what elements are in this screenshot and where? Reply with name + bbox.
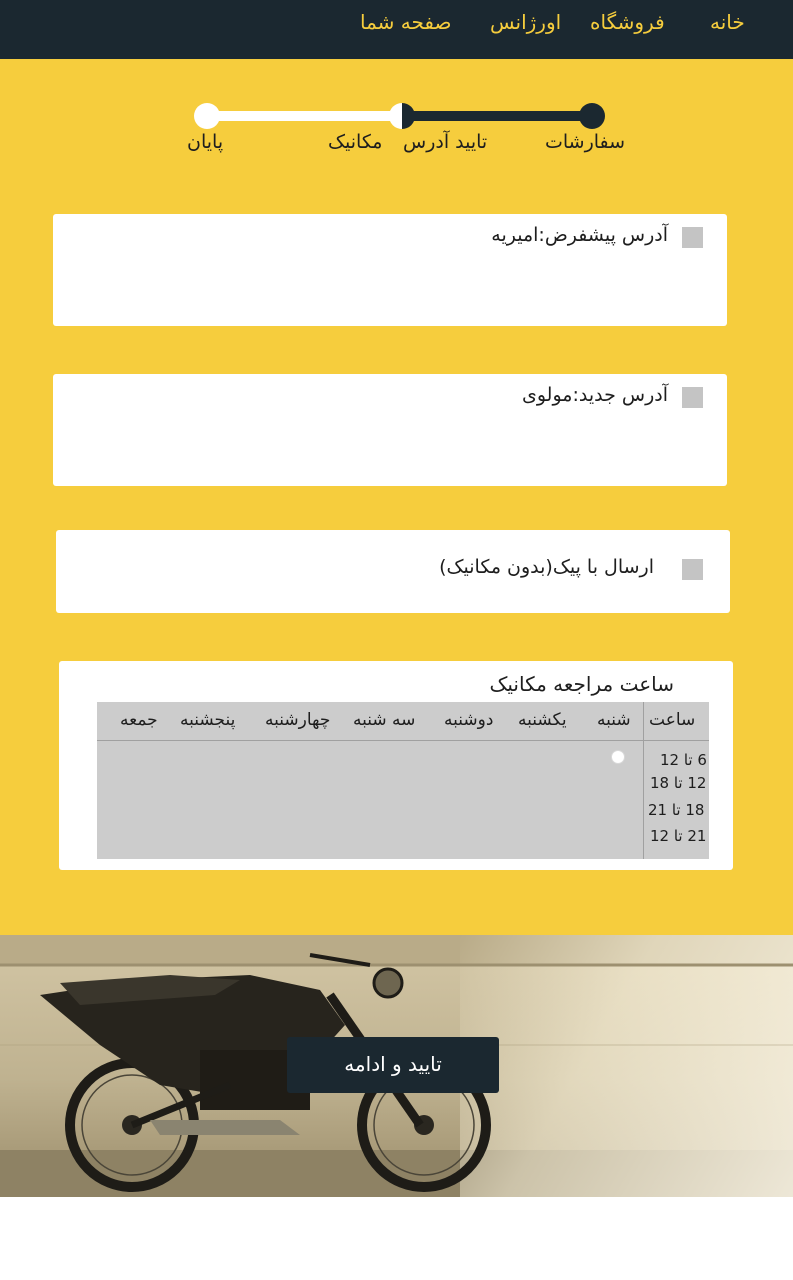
new-address-label: آدرس جدید:مولوی — [522, 384, 668, 406]
schedule-day-sunday: یکشنبه — [518, 710, 567, 730]
nav-emergency-link[interactable]: اورژانس — [490, 10, 561, 34]
step-dot-end — [194, 103, 220, 129]
courier-delivery-label: ارسال با پیک(بدون مکانیک) — [439, 556, 654, 578]
schedule-table: ساعت شنبه یکشنبه دوشنبه سه شنبه چهارشنبه… — [97, 702, 709, 859]
schedule-header-row: ساعت شنبه یکشنبه دوشنبه سه شنبه چهارشنبه… — [97, 702, 709, 741]
schedule-slot-3: 18 تا 21 — [648, 801, 705, 819]
courier-delivery-checkbox[interactable] — [682, 559, 703, 580]
stepper-track-completed — [402, 111, 592, 121]
schedule-slot-1: 6 تا 12 — [660, 751, 707, 769]
schedule-title: ساعت مراجعه مکانیک — [489, 672, 674, 696]
step-dot-orders — [579, 103, 605, 129]
schedule-day-thursday: پنجشنبه — [180, 710, 236, 730]
nav-home-link[interactable]: خانه — [710, 10, 745, 34]
top-navbar: خانه فروشگاه اورژانس صفحه شما — [0, 0, 793, 59]
new-address-checkbox[interactable] — [682, 387, 703, 408]
schedule-time-header: ساعت — [649, 710, 696, 730]
confirm-continue-button[interactable]: تایید و ادامه — [287, 1037, 499, 1093]
step-dot-current — [389, 103, 415, 129]
schedule-day-saturday: شنبه — [597, 710, 631, 730]
default-address-label: آدرس پیشفرض:امیریه — [491, 224, 668, 246]
step-label-confirm-address: تایید آدرس — [403, 131, 488, 153]
schedule-slot-4: 21 تا 12 — [650, 827, 707, 845]
courier-delivery-card[interactable]: ارسال با پیک(بدون مکانیک) — [56, 530, 730, 613]
schedule-day-wednesday: چهارشنبه — [265, 710, 331, 730]
schedule-day-tuesday: سه شنبه — [353, 710, 416, 730]
step-label-orders: سفارشات — [545, 131, 626, 153]
default-address-card[interactable]: آدرس پیشفرض:امیریه — [53, 214, 727, 326]
mechanic-schedule-card: ساعت مراجعه مکانیک ساعت شنبه یکشنبه دوشن… — [59, 661, 733, 870]
stepper-track-remaining — [206, 111, 402, 121]
default-address-checkbox[interactable] — [682, 227, 703, 248]
schedule-day-monday: دوشنبه — [444, 710, 494, 730]
step-label-end: پایان — [187, 131, 224, 153]
schedule-slot-2: 12 تا 18 — [650, 774, 707, 792]
schedule-slot-radio[interactable] — [611, 750, 625, 764]
schedule-divider — [643, 702, 644, 859]
schedule-day-friday: جمعه — [120, 710, 158, 730]
nav-profile-link[interactable]: صفحه شما — [360, 10, 452, 34]
nav-shop-link[interactable]: فروشگاه — [590, 10, 665, 34]
new-address-card[interactable]: آدرس جدید:مولوی — [53, 374, 727, 486]
step-label-mechanic: مکانیک — [328, 131, 383, 153]
